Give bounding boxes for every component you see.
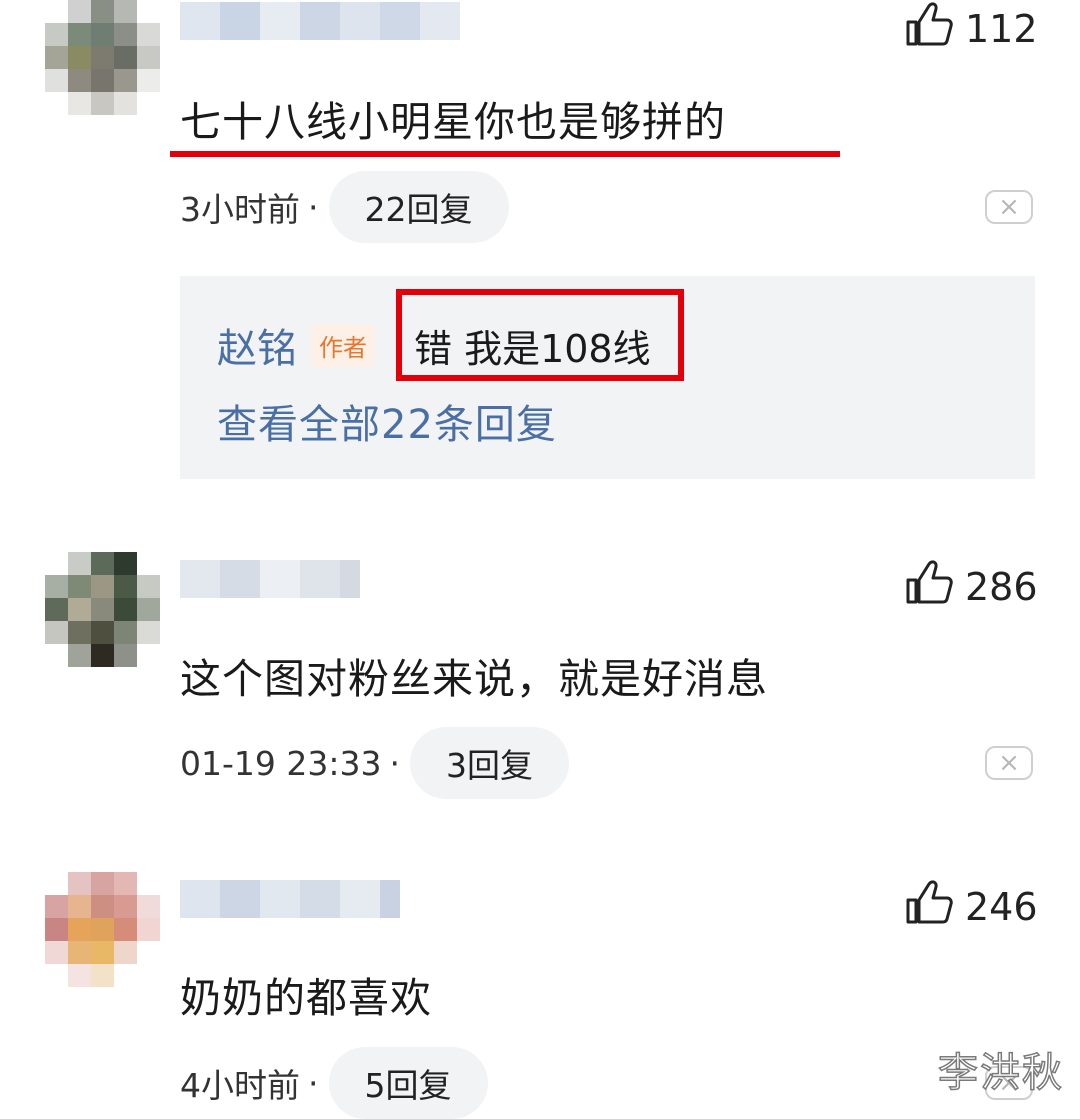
comment-meta: 4小时前 · 5回复 [180,1047,488,1119]
reply-author[interactable]: 赵铭 [217,316,297,374]
separator-dot: · [389,743,400,783]
like-button[interactable]: 246 [905,878,1038,935]
reply-text: 错 我是108线 [414,327,651,371]
username-blurred[interactable] [180,560,360,598]
like-button[interactable]: 112 [905,0,1038,57]
dismiss-button[interactable]: × [985,746,1033,780]
comment-time: 4小时前 [180,1066,300,1105]
thumbs-up-icon [905,0,955,57]
comment-meta: 3小时前 · 22回复 [180,171,509,243]
thumbs-up-icon [905,558,955,615]
close-icon: × [998,192,1020,222]
like-count: 286 [965,564,1038,609]
like-count: 112 [965,6,1038,51]
comment-text: 七十八线小明星你也是够拼的 [180,98,726,146]
like-button[interactable]: 286 [905,558,1038,615]
replies-button[interactable]: 22回复 [328,171,509,243]
like-count: 246 [965,884,1038,929]
avatar[interactable] [45,552,160,667]
separator-dot: · [308,187,319,227]
author-badge: 作者 [311,323,375,367]
view-all-replies-link[interactable]: 查看全部22条回复 [217,392,557,450]
annotation-underline [170,151,840,157]
thumbs-up-icon [905,878,955,935]
replies-button[interactable]: 3回复 [409,727,569,799]
comment-time: 3小时前 [180,190,300,229]
avatar[interactable] [45,872,160,987]
username-blurred[interactable] [180,880,400,918]
comment-meta: 01-19 23:33 · 3回复 [180,727,569,799]
reply-row: 赵铭 作者 [217,316,389,374]
watermark: 李洪秋 [937,1049,1064,1097]
avatar[interactable] [45,0,160,115]
dismiss-button[interactable]: × [985,190,1033,224]
separator-dot: · [308,1063,319,1103]
close-icon: × [998,748,1020,778]
comment-text: 奶奶的都喜欢 [180,974,432,1022]
comment-time: 01-19 23:33 [180,743,382,783]
comment-text: 这个图对粉丝来说，就是好消息 [180,655,768,703]
replies-button[interactable]: 5回复 [328,1047,488,1119]
username-blurred[interactable] [180,2,460,40]
